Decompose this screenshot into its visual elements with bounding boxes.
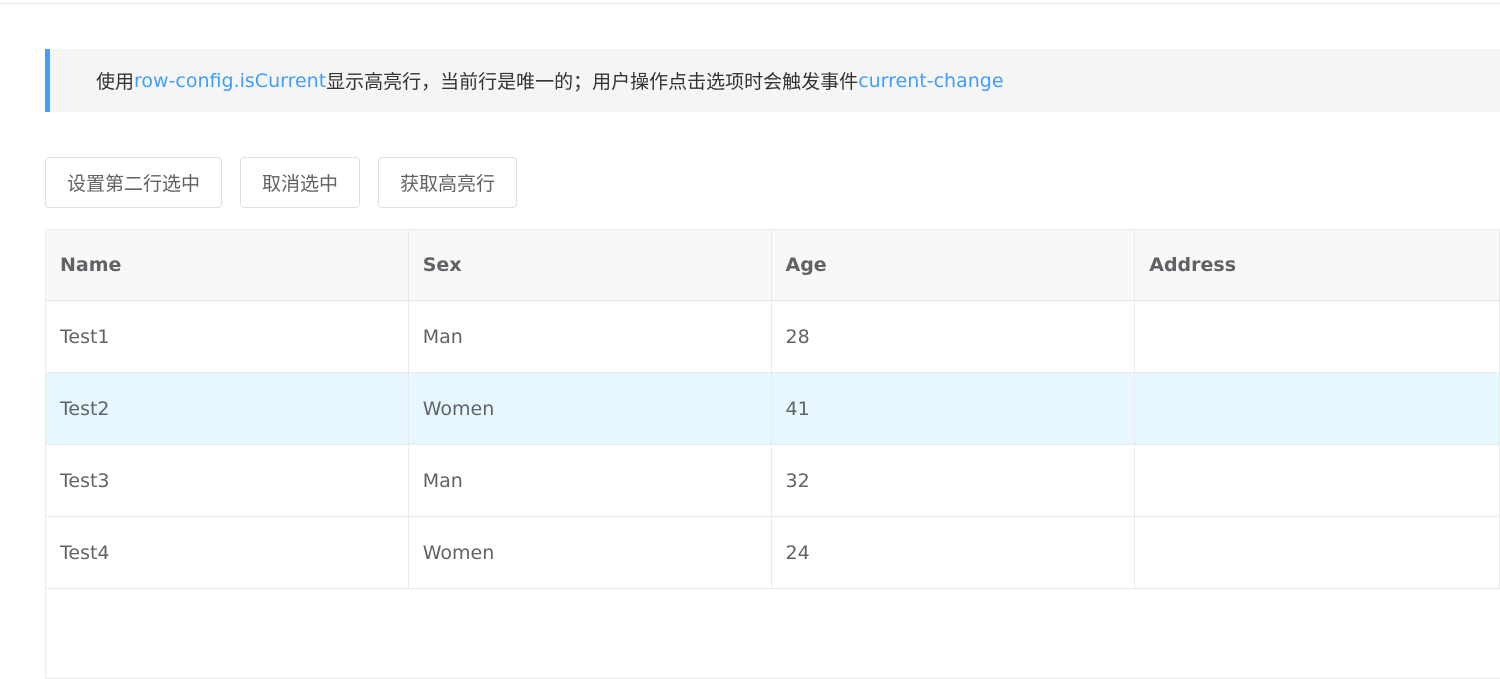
cell-address [1135,445,1500,516]
table-row[interactable]: Test4 Women 24 [46,517,1500,589]
cell-age: 24 [772,517,1136,588]
get-highlight-row-button[interactable]: 获取高亮行 [378,157,518,208]
column-header-age[interactable]: Age [772,230,1136,300]
tip-prefix: 使用 [96,71,135,93]
cell-sex: Women [409,517,772,588]
tip-middle-text: 显示高亮行，当前行是唯一的；用户操作点击选项时会触发事件 [326,71,859,93]
tip-code-iscurrent: isCurrent [239,69,327,92]
cell-address [1135,373,1500,444]
table-row[interactable]: Test3 Man 32 [46,445,1500,517]
table-row[interactable]: Test2 Women 41 [46,373,1500,445]
description-tip: 使用 row-config . isCurrent 显示高亮行，当前行是唯一的；… [45,49,1500,112]
cell-name: Test2 [46,373,409,444]
tip-code-current-change: current-change [858,69,1004,92]
cell-age: 41 [772,373,1136,444]
table-header-row: Name Sex Age Address [46,230,1500,301]
cell-name: Test4 [46,517,409,588]
cell-name: Test3 [46,445,409,516]
cell-name: Test1 [46,301,409,372]
cell-age: 28 [772,301,1136,372]
cell-sex: Man [409,445,772,516]
data-table: Name Sex Age Address Test1 Man 28 Test2 … [45,229,1500,679]
cell-address [1135,301,1500,372]
cell-sex: Man [409,301,772,372]
cell-age: 32 [772,445,1136,516]
toolbar: 设置第二行选中 取消选中 获取高亮行 [45,157,518,208]
column-header-address[interactable]: Address [1135,230,1500,300]
top-divider [0,3,1500,4]
set-second-row-button[interactable]: 设置第二行选中 [45,157,223,208]
column-header-name[interactable]: Name [46,230,409,300]
table-row[interactable]: Test1 Man 28 [46,301,1500,373]
cell-sex: Women [409,373,772,444]
tip-code-row-config: row-config [134,69,234,92]
page: 使用 row-config . isCurrent 显示高亮行，当前行是唯一的；… [0,0,1500,679]
cell-address [1135,517,1500,588]
cancel-selection-button[interactable]: 取消选中 [240,157,361,208]
column-header-sex[interactable]: Sex [409,230,772,300]
